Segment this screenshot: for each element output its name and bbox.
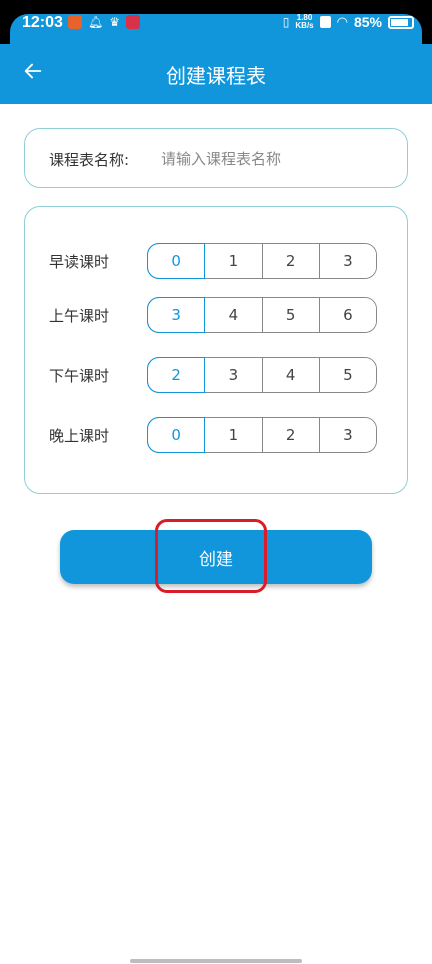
option-button[interactable]: 3 (318, 418, 376, 452)
app-badge-icon (126, 15, 140, 29)
app-notification-icon (68, 15, 82, 29)
row-morning-reading: 早读课时 0 1 2 3 (25, 243, 409, 279)
notification-icons: 🔔︎ ♛ (68, 15, 140, 29)
option-button[interactable]: 3 (148, 298, 205, 332)
schedule-name-input[interactable] (159, 143, 393, 175)
option-button[interactable]: 3 (204, 358, 262, 392)
status-time: 12:03 (22, 14, 63, 31)
option-button[interactable]: 1 (204, 244, 262, 278)
name-label: 课程表名称: (49, 151, 130, 169)
battery-icon (388, 15, 414, 29)
row-afternoon: 下午课时 2 3 4 5 (25, 357, 409, 393)
option-button[interactable]: 2 (261, 418, 319, 452)
segmented-control: 0 1 2 3 (147, 417, 377, 453)
row-label: 上午课时 (49, 307, 110, 325)
no-sim-icon (319, 16, 331, 28)
hours-card: 早读课时 0 1 2 3 上午课时 3 4 5 6 下午课时 2 3 4 5 晚… (24, 206, 408, 494)
row-label: 晚上课时 (49, 427, 110, 445)
option-button[interactable]: 2 (261, 244, 319, 278)
app-bar: 创建课程表 (0, 44, 432, 104)
option-button[interactable]: 2 (148, 358, 205, 392)
wifi-icon: ◠ (336, 14, 348, 29)
option-button[interactable]: 5 (318, 358, 376, 392)
row-label: 下午课时 (49, 367, 110, 385)
row-morning: 上午课时 3 4 5 6 (25, 297, 409, 333)
status-bar: 12:03 🔔︎ ♛ ▯ 1.80 KB/s ◠ 85% (0, 0, 432, 54)
home-indicator[interactable] (130, 959, 302, 963)
status-right: ▯ 1.80 KB/s ◠ 85% (283, 14, 414, 30)
crown-icon: ♛ (109, 15, 120, 29)
segmented-control: 2 3 4 5 (147, 357, 377, 393)
net-speed: 1.80 KB/s (295, 14, 313, 30)
option-button[interactable]: 1 (204, 418, 262, 452)
option-button[interactable]: 5 (261, 298, 319, 332)
option-button[interactable]: 0 (148, 244, 205, 278)
segmented-control: 0 1 2 3 (147, 243, 377, 279)
create-button[interactable]: 创建 (60, 530, 372, 584)
option-button[interactable]: 0 (148, 418, 205, 452)
net-speed-unit: KB/s (295, 21, 314, 30)
vibrate-icon: ▯ (282, 15, 290, 29)
segmented-control: 3 4 5 6 (147, 297, 377, 333)
bell-icon: 🔔︎ (88, 15, 104, 29)
option-button[interactable]: 3 (318, 244, 376, 278)
option-button[interactable]: 4 (261, 358, 319, 392)
page-title: 创建课程表 (166, 64, 266, 88)
name-card: 课程表名称: (24, 128, 408, 188)
row-label: 早读课时 (49, 253, 110, 271)
row-evening: 晚上课时 0 1 2 3 (25, 417, 409, 453)
option-button[interactable]: 6 (318, 298, 376, 332)
create-button-label: 创建 (199, 549, 233, 570)
battery-percent: 85% (353, 14, 382, 30)
option-button[interactable]: 4 (204, 298, 262, 332)
